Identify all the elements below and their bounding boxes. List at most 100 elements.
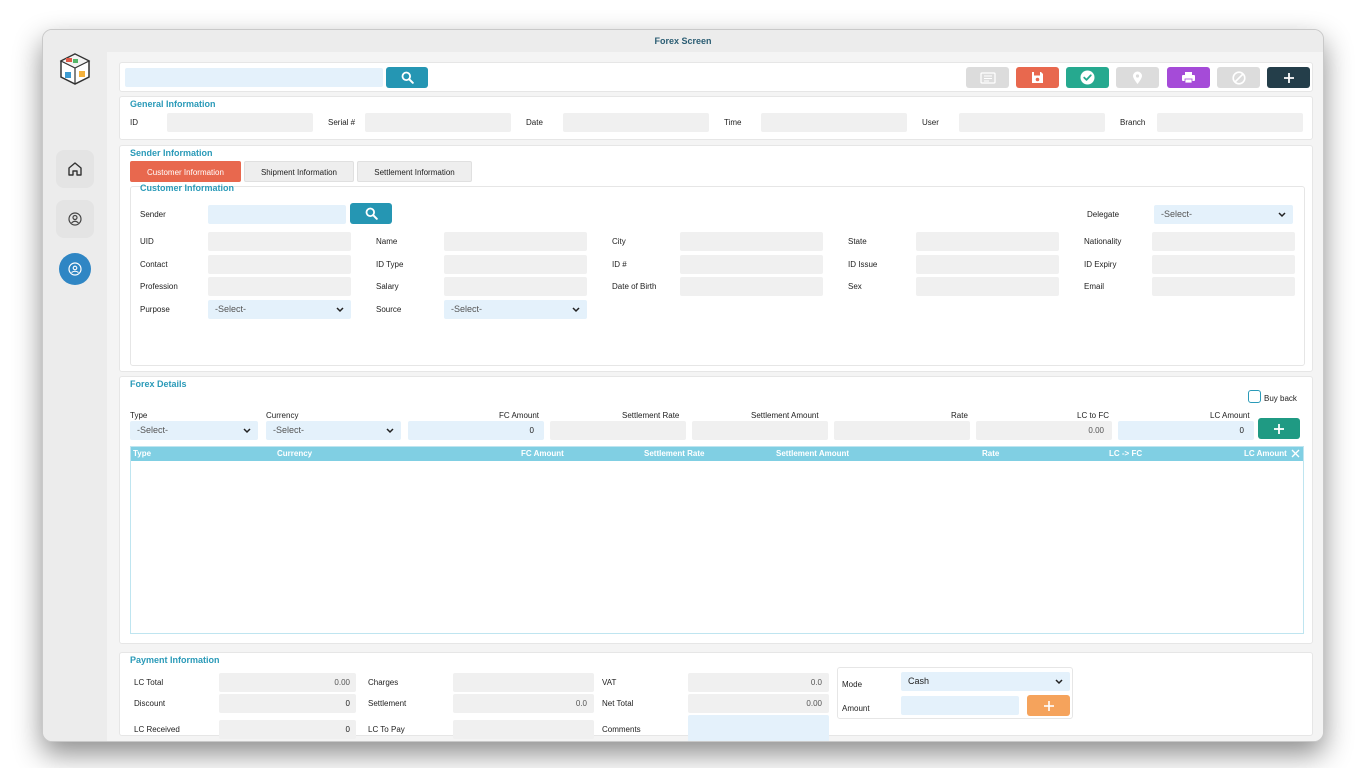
vat-field[interactable]: 0.0 bbox=[688, 673, 829, 692]
sex-field[interactable] bbox=[916, 277, 1059, 296]
column-settlement-amount[interactable]: Settlement Amount bbox=[776, 447, 849, 461]
name-field[interactable] bbox=[444, 232, 587, 251]
rate-label: Rate bbox=[951, 411, 968, 420]
branch-field[interactable] bbox=[1157, 113, 1303, 132]
branch-label: Branch bbox=[1120, 118, 1146, 127]
add-button[interactable] bbox=[1267, 67, 1310, 88]
add-payment-button[interactable] bbox=[1027, 695, 1070, 716]
name-label: Name bbox=[376, 237, 398, 246]
add-forex-row-button[interactable] bbox=[1258, 418, 1300, 439]
city-label: City bbox=[612, 237, 626, 246]
id-field[interactable] bbox=[167, 113, 313, 132]
buy-back-checkbox[interactable] bbox=[1248, 390, 1261, 403]
settlement-amount-field[interactable] bbox=[692, 421, 828, 440]
settlement-rate-field[interactable] bbox=[550, 421, 686, 440]
column-type[interactable]: Type bbox=[133, 447, 151, 461]
lc-total-field[interactable]: 0.00 bbox=[219, 673, 356, 692]
city-field[interactable] bbox=[680, 232, 823, 251]
id-type-field[interactable] bbox=[444, 255, 587, 274]
net-total-field[interactable]: 0.00 bbox=[688, 694, 829, 713]
window-title: Forex Screen bbox=[43, 30, 1323, 52]
discount-field[interactable]: 0 bbox=[219, 694, 356, 713]
sidebar-home-button[interactable] bbox=[56, 150, 94, 188]
column-lc-amount[interactable]: LC Amount bbox=[1244, 447, 1287, 461]
tab-settlement-information[interactable]: Settlement Information bbox=[357, 161, 472, 182]
chevron-down-icon bbox=[1278, 205, 1286, 231]
id-expiry-field[interactable] bbox=[1152, 255, 1295, 274]
lc-received-value: 0 bbox=[345, 725, 350, 734]
purpose-select[interactable]: -Select- bbox=[208, 300, 351, 319]
save-button[interactable] bbox=[1016, 67, 1059, 88]
id-number-field[interactable] bbox=[680, 255, 823, 274]
column-rate[interactable]: Rate bbox=[982, 447, 999, 461]
purpose-value: -Select- bbox=[215, 304, 247, 314]
amount-field[interactable] bbox=[901, 696, 1019, 715]
time-label: Time bbox=[724, 118, 742, 127]
salary-field[interactable] bbox=[444, 277, 587, 296]
fc-amount-field[interactable]: 0 bbox=[408, 421, 544, 440]
lc-received-field[interactable]: 0 bbox=[219, 720, 356, 739]
list-button[interactable] bbox=[966, 67, 1009, 88]
nationality-field[interactable] bbox=[1152, 232, 1295, 251]
mode-select[interactable]: Cash bbox=[901, 672, 1070, 691]
sidebar-customer-button[interactable] bbox=[59, 253, 91, 285]
plus-icon bbox=[1274, 423, 1284, 434]
date-of-birth-field[interactable] bbox=[680, 277, 823, 296]
sender-label: Sender bbox=[140, 210, 166, 219]
id-issue-label: ID Issue bbox=[848, 260, 878, 269]
lc-to-pay-field[interactable] bbox=[453, 720, 594, 739]
uid-field[interactable] bbox=[208, 232, 351, 251]
approve-button[interactable] bbox=[1066, 67, 1109, 88]
delegate-select[interactable]: -Select- bbox=[1154, 205, 1293, 224]
state-field[interactable] bbox=[916, 232, 1059, 251]
column-lc-to-fc[interactable]: LC -> FC bbox=[1109, 447, 1142, 461]
vat-value: 0.0 bbox=[810, 678, 822, 687]
sender-field[interactable] bbox=[208, 205, 346, 224]
lc-amount-value: 0 bbox=[1239, 426, 1244, 435]
check-icon bbox=[1080, 70, 1095, 85]
search-icon bbox=[401, 71, 414, 84]
date-field[interactable] bbox=[563, 113, 709, 132]
id-issue-field[interactable] bbox=[916, 255, 1059, 274]
nationality-label: Nationality bbox=[1084, 237, 1122, 246]
type-label: Type bbox=[130, 411, 148, 420]
profession-field[interactable] bbox=[208, 277, 351, 296]
tab-customer-information[interactable]: Customer Information bbox=[130, 161, 241, 182]
comments-field[interactable] bbox=[688, 715, 829, 741]
time-field[interactable] bbox=[761, 113, 907, 132]
user-field[interactable] bbox=[959, 113, 1105, 132]
amount-label: Amount bbox=[842, 704, 870, 713]
column-settlement-rate[interactable]: Settlement Rate bbox=[644, 447, 704, 461]
general-information-title: General Information bbox=[130, 99, 216, 109]
sidebar-user-button[interactable] bbox=[56, 200, 94, 238]
column-currency[interactable]: Currency bbox=[277, 447, 312, 461]
column-fc-amount[interactable]: FC Amount bbox=[521, 447, 564, 461]
lc-amount-field[interactable]: 0 bbox=[1118, 421, 1254, 440]
serial-field[interactable] bbox=[365, 113, 511, 132]
source-select[interactable]: -Select- bbox=[444, 300, 587, 319]
type-select[interactable]: -Select- bbox=[130, 421, 258, 440]
print-button[interactable] bbox=[1167, 67, 1210, 88]
payment-mode-subpanel: Mode Cash Amount bbox=[837, 667, 1073, 719]
currency-value: -Select- bbox=[273, 425, 305, 435]
tab-shipment-information[interactable]: Shipment Information bbox=[244, 161, 354, 182]
search-button[interactable] bbox=[386, 67, 428, 88]
lc-to-fc-field[interactable]: 0.00 bbox=[976, 421, 1112, 440]
sender-search-button[interactable] bbox=[350, 203, 392, 224]
lc-to-pay-label: LC To Pay bbox=[368, 725, 405, 734]
currency-label: Currency bbox=[266, 411, 299, 420]
search-input[interactable] bbox=[125, 68, 383, 87]
email-field[interactable] bbox=[1152, 277, 1295, 296]
forex-details-title: Forex Details bbox=[130, 379, 187, 389]
currency-select[interactable]: -Select- bbox=[266, 421, 401, 440]
net-total-value: 0.00 bbox=[806, 699, 822, 708]
contact-field[interactable] bbox=[208, 255, 351, 274]
sender-information-title: Sender Information bbox=[130, 148, 213, 158]
charges-field[interactable] bbox=[453, 673, 594, 692]
close-icon[interactable] bbox=[1291, 449, 1300, 463]
cancel-button[interactable] bbox=[1217, 67, 1260, 88]
rate-field[interactable] bbox=[834, 421, 970, 440]
location-button[interactable] bbox=[1116, 67, 1159, 88]
contact-label: Contact bbox=[140, 260, 168, 269]
settlement-field[interactable]: 0.0 bbox=[453, 694, 594, 713]
